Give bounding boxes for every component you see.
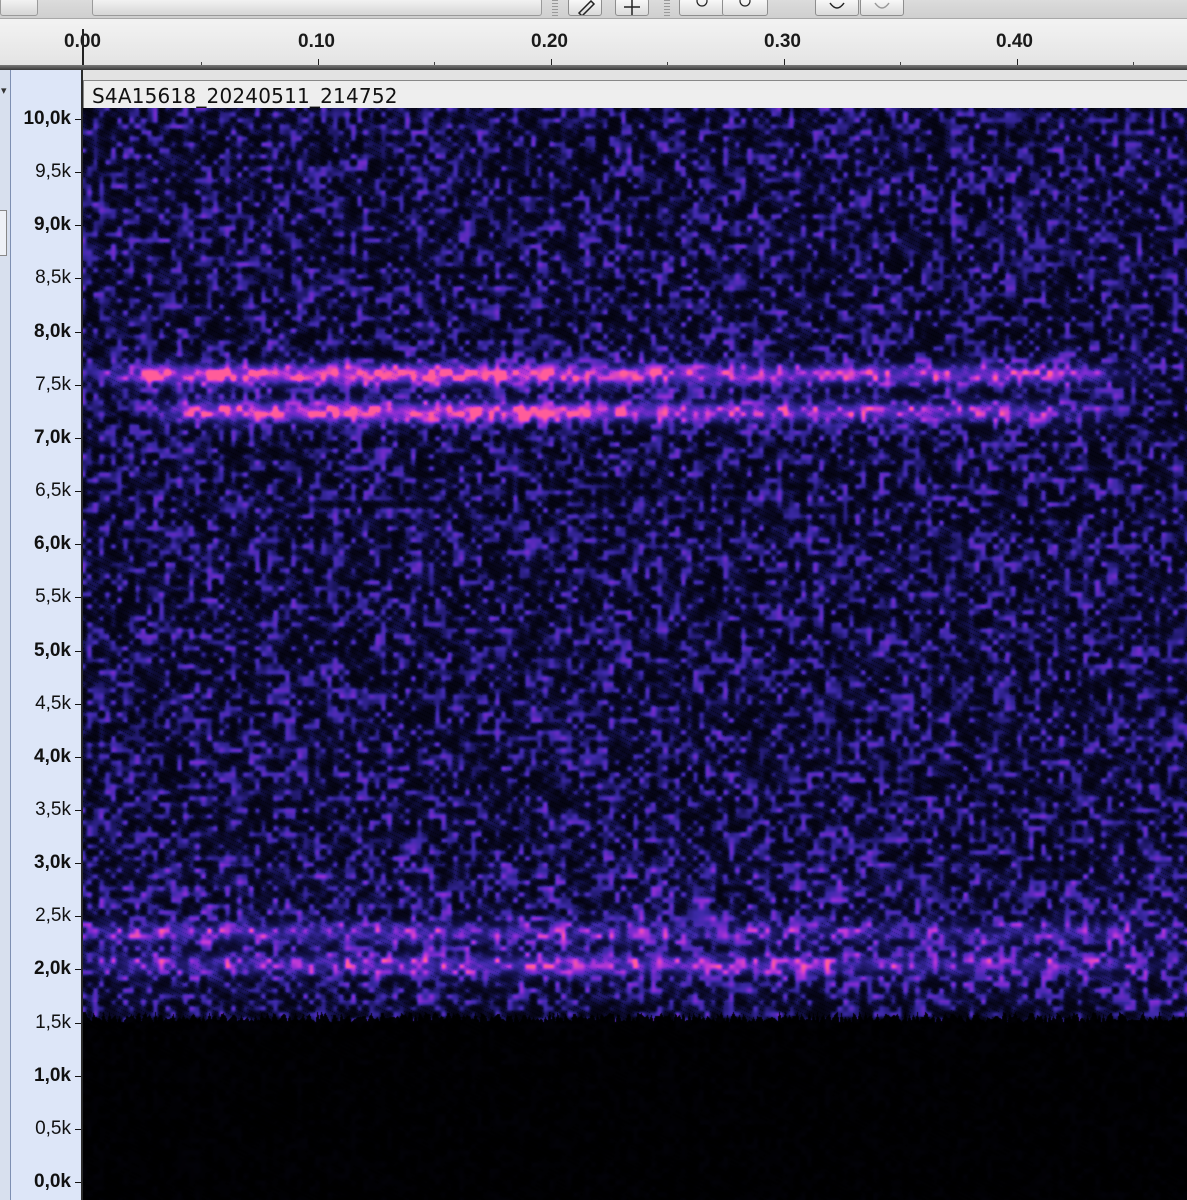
frequency-tick: [75, 225, 81, 227]
frequency-tick-label: 1,0k: [34, 1064, 71, 1086]
multi-tool-button[interactable]: [615, 0, 649, 16]
draw-tool-icon: [577, 0, 596, 15]
track-spacer: [11, 70, 1187, 80]
frequency-tick: [75, 278, 81, 280]
frequency-tick-label: 8,0k: [34, 320, 71, 342]
timeline-tick-label: 0.40: [996, 31, 1033, 52]
frequency-tick: [75, 703, 81, 705]
frequency-tick: [75, 809, 81, 811]
zoom-in-button[interactable]: [679, 0, 725, 16]
frequency-tick: [75, 491, 81, 493]
zoom-out-icon: [739, 0, 751, 7]
timeline-tick-label: 0.10: [298, 31, 335, 52]
frequency-tick: [75, 863, 81, 865]
timeline-tick-label: 0.30: [764, 31, 801, 52]
frequency-tick-label: 2,0k: [34, 958, 71, 980]
draw-tool-button[interactable]: [568, 0, 602, 16]
zoom-in-icon: [696, 0, 708, 7]
frequency-tick-label: 5,0k: [34, 639, 71, 661]
frequency-tick-label: 0,0k: [34, 1171, 71, 1192]
frequency-tick: [75, 119, 81, 120]
track-title-bar[interactable]: S4A15618_20240511_214752: [83, 80, 1187, 109]
frequency-ruler[interactable]: 10,0k 9,5k 9,0k 8,5k 8,0k 7,5k 7,0k 6,5k 6,0k 5,5…: [11, 70, 83, 1200]
track-menu-chevron-icon[interactable]: ▾: [1, 84, 7, 97]
spectrogram-view[interactable]: [83, 108, 1187, 1200]
frequency-tick-label: 3,0k: [34, 852, 71, 874]
frequency-tick-label: 3,5k: [35, 798, 71, 820]
frequency-tick: [75, 916, 81, 918]
toolbar-grip[interactable]: [552, 0, 558, 16]
timeline-tick-label: 0.20: [531, 31, 568, 52]
undo-button[interactable]: [815, 0, 859, 16]
toolbar-meter[interactable]: [92, 0, 542, 16]
frequency-tick: [75, 172, 81, 174]
frequency-tick-label: 0,5k: [35, 1117, 71, 1139]
frequency-tick: [75, 650, 81, 652]
frequency-tick: [75, 1022, 81, 1024]
frequency-tick-label: 2,5k: [35, 905, 71, 927]
frequency-tick-label: 8,5k: [35, 267, 71, 289]
frequency-tick: [75, 597, 81, 599]
frequency-tick: [75, 384, 81, 386]
multi-tool-icon: [624, 0, 640, 15]
frequency-tick: [75, 437, 81, 439]
frequency-tick-label: 1,5k: [35, 1011, 71, 1033]
frequency-tick-label: 6,0k: [34, 533, 71, 555]
toolbar-field[interactable]: [0, 0, 38, 16]
toolbar-grip[interactable]: [664, 0, 670, 16]
frequency-tick-label: 7,0k: [34, 426, 71, 448]
redo-icon: [874, 2, 890, 9]
zoom-out-button[interactable]: [722, 0, 768, 16]
frequency-tick: [75, 969, 81, 971]
track-panel-widget[interactable]: [0, 210, 7, 256]
redo-button[interactable]: [860, 0, 904, 16]
frequency-tick-label: 7,5k: [35, 373, 71, 395]
frequency-tick: [75, 544, 81, 546]
frequency-tick: [75, 1128, 81, 1130]
spectrogram-canvas[interactable]: [83, 108, 1187, 1200]
frequency-tick-label: 9,5k: [35, 161, 71, 183]
frequency-tick-label: 6,5k: [35, 480, 71, 502]
toolbar: [0, 0, 1187, 19]
frequency-tick: [75, 756, 81, 758]
timeline-ruler[interactable]: 0.00 0.10 0.20 0.30 0.40: [0, 19, 1187, 67]
frequency-tick-label: 4,5k: [35, 692, 71, 714]
track-control-panel[interactable]: ▾: [0, 70, 11, 1200]
undo-icon: [829, 2, 845, 9]
frequency-tick-label: 10,0k: [23, 108, 71, 129]
frequency-tick-label: 9,0k: [34, 214, 71, 236]
frequency-tick-label: 4,0k: [34, 745, 71, 767]
frequency-tick: [75, 1075, 81, 1077]
track-name: S4A15618_20240511_214752: [92, 84, 398, 108]
frequency-tick-label: 5,5k: [35, 586, 71, 608]
frequency-tick: [75, 1182, 81, 1183]
frequency-tick: [75, 331, 81, 333]
timeline-start-marker: [82, 29, 84, 67]
